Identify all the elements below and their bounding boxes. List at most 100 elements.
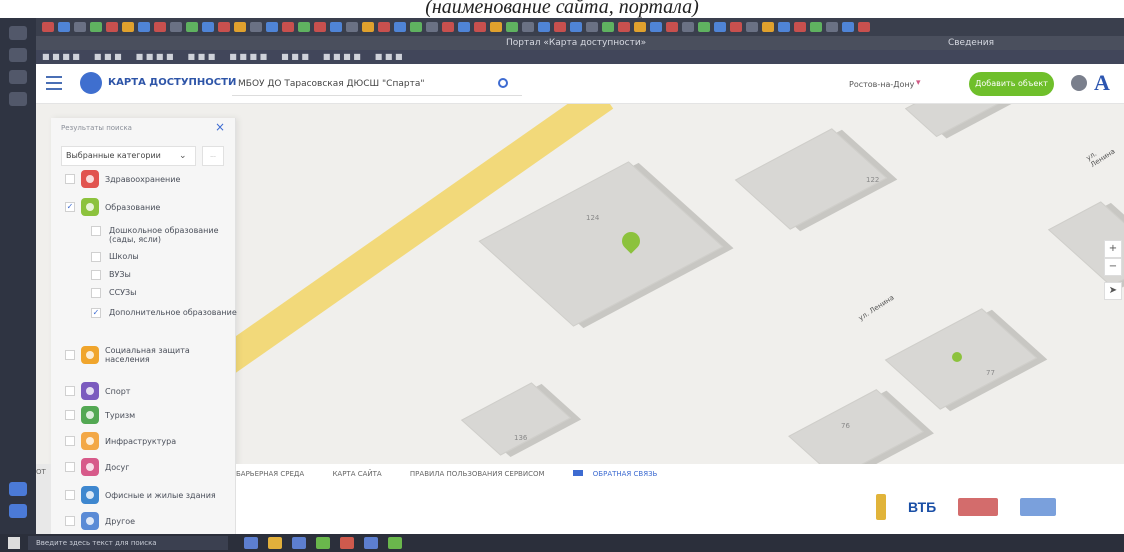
- building[interactable]: [460, 382, 572, 456]
- app-icon[interactable]: [9, 482, 27, 496]
- category-checkbox[interactable]: [65, 436, 75, 446]
- browser-tab[interactable]: [410, 22, 422, 32]
- browser-tab[interactable]: [298, 22, 310, 32]
- bookmark-item[interactable]: ■ ■ ■: [281, 52, 309, 61]
- category-item-sport[interactable]: Спорт: [65, 382, 130, 400]
- app-icon[interactable]: [268, 537, 282, 549]
- browser-tab[interactable]: [442, 22, 454, 32]
- category-item-buildings[interactable]: Офисные и жилые здания: [65, 486, 216, 504]
- category-checkbox[interactable]: [65, 516, 75, 526]
- browser-tab[interactable]: [570, 22, 582, 32]
- app-icon[interactable]: [340, 537, 354, 549]
- subcategory-item[interactable]: Дополнительное образование: [91, 308, 239, 318]
- browser-tab[interactable]: [714, 22, 726, 32]
- category-item-social[interactable]: Социальная защита населения: [65, 346, 195, 364]
- footer-link-rules[interactable]: ПРАВИЛА ПОЛЬЗОВАНИЯ СЕРВИСОМ: [410, 470, 545, 478]
- site-logo[interactable]: КАРТА ДОСТУПНОСТИ: [108, 77, 236, 88]
- building[interactable]: [904, 104, 1008, 138]
- browser-tab[interactable]: [250, 22, 262, 32]
- chevron-down-icon[interactable]: ▾: [916, 78, 921, 88]
- browser-tab[interactable]: [346, 22, 358, 32]
- logo-icon[interactable]: [80, 72, 102, 94]
- city-select[interactable]: Ростов-на-Дону: [849, 80, 914, 89]
- subcategory-checkbox[interactable]: [91, 226, 101, 236]
- browser-tab[interactable]: [426, 22, 438, 32]
- bookmark-item[interactable]: ■ ■ ■: [94, 52, 122, 61]
- app-icon[interactable]: [364, 537, 378, 549]
- bookmark-item[interactable]: ■ ■ ■: [188, 52, 216, 61]
- subcategory-item[interactable]: Дошкольное образование (сады, ясли): [91, 226, 239, 244]
- browser-tab[interactable]: [634, 22, 646, 32]
- browser-tab[interactable]: [266, 22, 278, 32]
- category-item-tourism[interactable]: Туризм: [65, 406, 135, 424]
- start-icon[interactable]: [8, 537, 20, 549]
- subcategory-item[interactable]: ВУЗы: [91, 270, 239, 280]
- category-select[interactable]: Выбранные категории: [61, 146, 196, 166]
- subcategory-checkbox[interactable]: [91, 252, 101, 262]
- browser-tab[interactable]: [778, 22, 790, 32]
- search-input[interactable]: МБОУ ДО Тарасовская ДЮСШ "Спарта": [232, 72, 522, 96]
- browser-tab[interactable]: [810, 22, 822, 32]
- category-checkbox[interactable]: [65, 350, 75, 360]
- browser-tab[interactable]: [362, 22, 374, 32]
- footer-link-barrier[interactable]: БАРЬЕРНАЯ СРЕДА: [236, 470, 304, 478]
- more-button[interactable]: ...: [202, 146, 224, 166]
- browser-tab[interactable]: [666, 22, 678, 32]
- browser-address-bar[interactable]: Портал «Карта доступности» Сведения: [36, 36, 1124, 50]
- browser-tab[interactable]: [474, 22, 486, 32]
- subcategory-checkbox[interactable]: [91, 288, 101, 298]
- subcategory-item[interactable]: Школы: [91, 252, 239, 262]
- font-size-toggle[interactable]: A: [1094, 70, 1110, 96]
- browser-tab[interactable]: [794, 22, 806, 32]
- locate-icon[interactable]: ➤: [1104, 282, 1122, 300]
- category-item-healthcare[interactable]: Здравоохранение: [65, 170, 180, 188]
- app-icon[interactable]: [9, 70, 27, 84]
- app-icon[interactable]: [292, 537, 306, 549]
- app-icon[interactable]: [9, 504, 27, 518]
- browser-tab[interactable]: [826, 22, 838, 32]
- bookmark-item[interactable]: ■ ■ ■ ■: [136, 52, 174, 61]
- browser-tab[interactable]: [698, 22, 710, 32]
- browser-tab[interactable]: [762, 22, 774, 32]
- app-icon[interactable]: [9, 26, 27, 40]
- category-checkbox[interactable]: [65, 174, 75, 184]
- subcategory-item[interactable]: ССУЗы: [91, 288, 239, 298]
- browser-tab[interactable]: [218, 22, 230, 32]
- bookmark-item[interactable]: ■ ■ ■ ■: [42, 52, 80, 61]
- browser-tab[interactable]: [730, 22, 742, 32]
- browser-tab[interactable]: [154, 22, 166, 32]
- app-icon[interactable]: [316, 537, 330, 549]
- app-icon[interactable]: [244, 537, 258, 549]
- category-checkbox[interactable]: [65, 202, 75, 212]
- browser-tab[interactable]: [522, 22, 534, 32]
- browser-tab[interactable]: [186, 22, 198, 32]
- bookmark-item[interactable]: ■ ■ ■: [375, 52, 403, 61]
- search-icon[interactable]: [498, 78, 508, 88]
- close-icon[interactable]: ×: [215, 120, 225, 134]
- browser-tab[interactable]: [202, 22, 214, 32]
- browser-tab[interactable]: [74, 22, 86, 32]
- browser-tab[interactable]: [554, 22, 566, 32]
- app-icon[interactable]: [9, 92, 27, 106]
- category-checkbox[interactable]: [65, 386, 75, 396]
- browser-tab[interactable]: [314, 22, 326, 32]
- bookmark-item[interactable]: ■ ■ ■ ■: [323, 52, 361, 61]
- browser-tab[interactable]: [602, 22, 614, 32]
- browser-tab[interactable]: [490, 22, 502, 32]
- browser-tab[interactable]: [330, 22, 342, 32]
- browser-tab[interactable]: [170, 22, 182, 32]
- category-item-infrastructure[interactable]: Инфраструктура: [65, 432, 176, 450]
- category-item-education[interactable]: Образование: [65, 198, 160, 216]
- building[interactable]: [478, 161, 724, 327]
- footer-link-sitemap[interactable]: КАРТА САЙТА: [332, 470, 381, 478]
- browser-tab[interactable]: [586, 22, 598, 32]
- zoom-in-button[interactable]: +: [1104, 240, 1122, 258]
- browser-tab[interactable]: [682, 22, 694, 32]
- menu-icon[interactable]: [46, 76, 62, 90]
- browser-tab[interactable]: [58, 22, 70, 32]
- browser-tab[interactable]: [42, 22, 54, 32]
- browser-tab[interactable]: [394, 22, 406, 32]
- category-checkbox[interactable]: [65, 410, 75, 420]
- add-object-button[interactable]: Добавить объект: [969, 72, 1054, 96]
- footer-link-feedback[interactable]: ОБРАТНАЯ СВЯЗЬ: [593, 470, 658, 478]
